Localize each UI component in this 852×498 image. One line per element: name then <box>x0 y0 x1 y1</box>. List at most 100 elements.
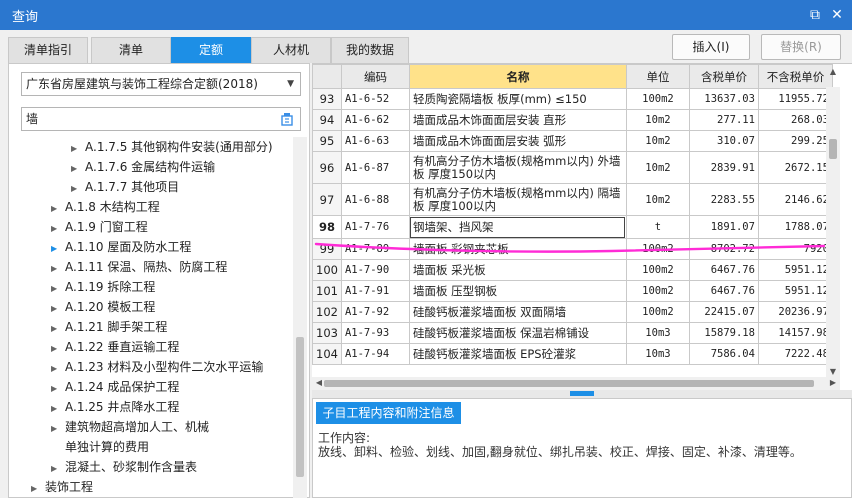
cell-unit[interactable]: 10m2 <box>625 109 690 131</box>
cell-name[interactable]: 硅酸钙板灌浆墙面板 保温岩棉铺设 <box>408 322 627 344</box>
cell-price-ex[interactable]: 11955.72 <box>757 88 833 110</box>
tree-item[interactable]: ▶ A.1.24 成品保护工程 <box>51 377 179 397</box>
row-number[interactable]: 98 <box>312 215 342 239</box>
scroll-up-arrow-icon[interactable]: ▲ <box>826 66 840 78</box>
tree-item[interactable]: ▶ A.1.7.7 其他项目 <box>71 177 179 197</box>
tree-item[interactable]: ▶ A.1.23 材料及小型构件二次水平运输 <box>51 357 263 377</box>
cell-price[interactable]: 7586.04 <box>688 343 759 365</box>
cell-price[interactable]: 6467.76 <box>688 280 759 302</box>
tree-item[interactable]: ▶ A.1.10 屋面及防水工程 <box>51 237 191 257</box>
tree-item[interactable]: ▶ A.1.19 拆除工程 <box>51 277 155 297</box>
table-row[interactable]: 98 A1-7-76 钢墙架、挡风架 t 1891.07 1788.07 <box>312 215 833 239</box>
tree-item[interactable]: ▶ A.1.9 门窗工程 <box>51 217 148 237</box>
cell-price[interactable]: 15879.18 <box>688 322 759 344</box>
row-number[interactable]: 102 <box>312 301 342 323</box>
cell-name[interactable]: 墙面板 彩钢夹芯板 <box>408 238 627 260</box>
cell-price[interactable]: 2839.91 <box>688 151 759 184</box>
cell-name[interactable]: 硅酸钙板灌浆墙面板 双面隔墙 <box>408 301 627 323</box>
tree-item[interactable]: ▶ 混凝土、砂浆制作含量表 <box>51 457 197 477</box>
expand-caret-icon[interactable]: ▶ <box>51 399 65 419</box>
expand-caret-icon[interactable]: ▶ <box>51 239 65 259</box>
row-number[interactable]: 93 <box>312 88 342 110</box>
cell-unit[interactable]: 10m2 <box>625 130 690 152</box>
cell-price-ex[interactable]: 2672.15 <box>757 151 833 184</box>
row-number[interactable]: 99 <box>312 238 342 260</box>
cell-code[interactable]: A1-6-63 <box>340 130 410 152</box>
cell-code[interactable]: A1-6-88 <box>340 183 410 216</box>
table-row[interactable]: 96 A1-6-87 有机高分子仿木墙板(规格mm以内) 外墙板 厚度150以内 10… <box>312 151 833 184</box>
cell-unit[interactable]: 100m2 <box>625 88 690 110</box>
expand-caret-icon[interactable]: ▶ <box>51 219 65 239</box>
row-number[interactable]: 96 <box>312 151 342 184</box>
close-icon[interactable]: ✕ <box>828 6 846 24</box>
expand-caret-icon[interactable]: ▶ <box>51 279 65 299</box>
row-number[interactable]: 100 <box>312 259 342 281</box>
cell-unit[interactable]: 100m2 <box>625 280 690 302</box>
library-select[interactable]: 广东省房屋建筑与装饰工程综合定额(2018) ▼ <box>21 72 301 96</box>
expand-caret-icon[interactable]: ▶ <box>71 159 85 179</box>
table-row[interactable]: 103 A1-7-93 硅酸钙板灌浆墙面板 保温岩棉铺设 10m3 15879.18 14… <box>312 322 833 344</box>
grid-vertical-scrollbar[interactable] <box>826 87 840 377</box>
cell-price-ex[interactable]: 5951.12 <box>757 259 833 281</box>
cell-unit[interactable]: 100m2 <box>625 301 690 323</box>
cell-unit[interactable]: 100m2 <box>625 238 690 260</box>
tab-list[interactable]: 清单 <box>91 37 171 63</box>
tree-item[interactable]: ▶ A.1.7.6 金属结构件运输 <box>71 157 215 177</box>
tree-item[interactable]: ▶ A.1.25 井点降水工程 <box>51 397 179 417</box>
expand-caret-icon[interactable]: ▶ <box>51 419 65 439</box>
cell-code[interactable]: A1-6-52 <box>340 88 410 110</box>
tree-item[interactable]: ▶ 建筑物超高增加人工、机械 <box>51 417 209 437</box>
table-row[interactable]: 101 A1-7-91 墙面板 压型钢板 100m2 6467.76 5951.12 <box>312 280 833 302</box>
cell-name[interactable]: 硅酸钙板灌浆墙面板 EPS砼灌浆 <box>408 343 627 365</box>
cell-code[interactable]: A1-7-89 <box>340 238 410 260</box>
cell-code[interactable]: A1-6-62 <box>340 109 410 131</box>
expand-caret-icon[interactable]: ▶ <box>51 319 65 339</box>
cell-name[interactable]: 有机高分子仿木墙板(规格mm以内) 隔墙板 厚度100以内 <box>408 183 627 216</box>
expand-caret-icon[interactable]: ▶ <box>51 379 65 399</box>
tree-scrollbar[interactable] <box>293 137 307 498</box>
cell-code[interactable]: A1-7-94 <box>340 343 410 365</box>
tab-quota[interactable]: 定额 <box>171 37 251 63</box>
table-row[interactable]: 93 A1-6-52 轻质陶瓷隔墙板 板厚(mm) ≤150 100m2 13637.0… <box>312 88 833 110</box>
cell-price[interactable]: 8702.72 <box>688 238 759 260</box>
table-row[interactable]: 99 A1-7-89 墙面板 彩钢夹芯板 100m2 8702.72 7920 <box>312 238 833 260</box>
cell-price[interactable]: 22415.07 <box>688 301 759 323</box>
restore-icon[interactable]: ⧉ <box>806 6 824 24</box>
expand-caret-icon[interactable]: ▶ <box>31 479 45 498</box>
replace-button[interactable]: 替换(R) <box>761 34 841 60</box>
cell-price-ex[interactable]: 1788.07 <box>757 215 833 239</box>
col-header-unit[interactable]: 单位 <box>625 64 690 89</box>
cell-price-ex[interactable]: 268.03 <box>757 109 833 131</box>
col-header-price-ex[interactable]: 不含税单价 <box>757 64 833 89</box>
cell-unit[interactable]: 10m3 <box>625 322 690 344</box>
cell-price[interactable]: 310.07 <box>688 130 759 152</box>
cell-price-ex[interactable]: 14157.98 <box>757 322 833 344</box>
cell-code[interactable]: A1-6-87 <box>340 151 410 184</box>
expand-caret-icon[interactable]: ▶ <box>51 299 65 319</box>
tab-work-content[interactable]: 子目工程内容和附注信息 <box>316 402 461 424</box>
cell-price[interactable]: 1891.07 <box>688 215 759 239</box>
tab-materials[interactable]: 人材机 <box>251 37 331 63</box>
table-row[interactable]: 95 A1-6-63 墙面成品木饰面面层安装 弧形 10m2 310.07 299.25 <box>312 130 833 152</box>
cell-name[interactable]: 轻质陶瓷隔墙板 板厚(mm) ≤150 <box>408 88 627 110</box>
col-header-price[interactable]: 含税单价 <box>688 64 759 89</box>
search-input[interactable]: 墙 <box>21 107 301 131</box>
row-number[interactable]: 104 <box>312 343 342 365</box>
table-row[interactable]: 104 A1-7-94 硅酸钙板灌浆墙面板 EPS砼灌浆 10m3 7586.04 722… <box>312 343 833 365</box>
expand-caret-icon[interactable]: ▶ <box>51 259 65 279</box>
tab-list-guide[interactable]: 清单指引 <box>8 37 88 63</box>
cell-price-ex[interactable]: 7222.48 <box>757 343 833 365</box>
cell-unit[interactable]: 10m3 <box>625 343 690 365</box>
expand-caret-icon[interactable]: ▶ <box>51 199 65 219</box>
scroll-right-arrow-icon[interactable]: ▶ <box>826 377 840 389</box>
cell-name[interactable]: 墙面成品木饰面面层安装 直形 <box>408 109 627 131</box>
tree-item[interactable]: ▶ A.1.22 垂直运输工程 <box>51 337 179 357</box>
table-row[interactable]: 94 A1-6-62 墙面成品木饰面面层安装 直形 10m2 277.11 268.03 <box>312 109 833 131</box>
cell-price-ex[interactable]: 2146.62 <box>757 183 833 216</box>
expand-caret-icon[interactable]: ▶ <box>51 339 65 359</box>
cell-price-ex[interactable]: 299.25 <box>757 130 833 152</box>
cell-price-ex[interactable]: 7920 <box>757 238 833 260</box>
grid-horizontal-scrollbar[interactable]: ◀ ▶ <box>312 377 840 390</box>
expand-caret-icon[interactable]: ▶ <box>51 459 65 479</box>
cell-name[interactable]: 墙面成品木饰面面层安装 弧形 <box>408 130 627 152</box>
